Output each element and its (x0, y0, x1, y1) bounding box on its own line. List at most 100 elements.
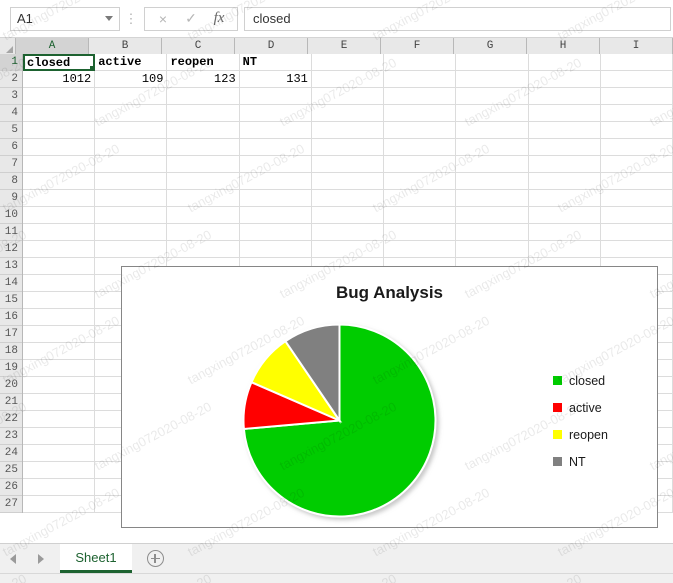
row-header-1[interactable]: 1 (0, 54, 22, 71)
cell-C9[interactable] (167, 190, 240, 207)
cell-I8[interactable] (600, 173, 673, 190)
cell-F11[interactable] (384, 224, 457, 241)
cell-B7[interactable] (95, 156, 168, 173)
cell-H1[interactable] (528, 54, 601, 71)
column-header-e[interactable]: E (308, 38, 381, 54)
cell-B11[interactable] (95, 224, 168, 241)
cell-A21[interactable] (23, 394, 96, 411)
triangle-left-icon[interactable] (10, 553, 16, 564)
column-header-f[interactable]: F (381, 38, 454, 54)
cell-E10[interactable] (311, 207, 385, 224)
cell-A3[interactable] (23, 88, 96, 105)
legend-item-NT[interactable]: NT (553, 448, 645, 475)
cell-A1[interactable]: closed (23, 54, 96, 71)
row-header-19[interactable]: 19 (0, 360, 22, 377)
cell-G2[interactable] (456, 71, 529, 88)
cell-C2[interactable]: 123 (167, 71, 240, 88)
cell-D3[interactable] (239, 88, 312, 105)
cell-A17[interactable] (23, 326, 96, 343)
cell-D9[interactable] (239, 190, 312, 207)
column-header-d[interactable]: D (235, 38, 308, 54)
cell-A4[interactable] (23, 105, 96, 122)
cell-I10[interactable] (600, 207, 673, 224)
cell-C11[interactable] (167, 224, 240, 241)
cell-F1[interactable] (384, 54, 457, 71)
column-header-b[interactable]: B (89, 38, 162, 54)
cell-C7[interactable] (167, 156, 240, 173)
chevron-down-icon[interactable] (105, 16, 113, 21)
cell-G7[interactable] (456, 156, 529, 173)
cell-F6[interactable] (384, 139, 457, 156)
cell-E9[interactable] (311, 190, 385, 207)
cell-H3[interactable] (528, 88, 601, 105)
cell-F9[interactable] (384, 190, 457, 207)
cell-H9[interactable] (528, 190, 601, 207)
cell-A11[interactable] (23, 224, 96, 241)
column-header-a[interactable]: A (16, 38, 89, 54)
cell-C8[interactable] (167, 173, 240, 190)
cell-C4[interactable] (167, 105, 240, 122)
pie-chart[interactable] (242, 323, 437, 518)
row-header-8[interactable]: 8 (0, 173, 22, 190)
cell-H6[interactable] (528, 139, 601, 156)
cell-C6[interactable] (167, 139, 240, 156)
cell-E1[interactable] (311, 54, 385, 71)
row-header-2[interactable]: 2 (0, 71, 22, 88)
cell-I1[interactable] (600, 54, 673, 71)
cell-I5[interactable] (600, 122, 673, 139)
cell-G8[interactable] (456, 173, 529, 190)
insert-function-icon[interactable]: fx (205, 8, 233, 30)
cell-A2[interactable]: 1012 (23, 71, 96, 88)
column-header-i[interactable]: I (600, 38, 673, 54)
cell-E12[interactable] (311, 241, 385, 258)
row-header-5[interactable]: 5 (0, 122, 22, 139)
row-header-14[interactable]: 14 (0, 275, 22, 292)
cell-G10[interactable] (456, 207, 529, 224)
confirm-edit-button[interactable]: ✓ (177, 8, 205, 30)
cell-A9[interactable] (23, 190, 96, 207)
cell-I7[interactable] (600, 156, 673, 173)
cell-D10[interactable] (239, 207, 312, 224)
cell-A20[interactable] (23, 377, 96, 394)
cell-H11[interactable] (528, 224, 601, 241)
cell-A15[interactable] (23, 292, 96, 309)
cell-E7[interactable] (311, 156, 385, 173)
cell-F3[interactable] (384, 88, 457, 105)
cell-D5[interactable] (239, 122, 312, 139)
cell-D8[interactable] (239, 173, 312, 190)
cell-A8[interactable] (23, 173, 96, 190)
row-header-22[interactable]: 22 (0, 411, 22, 428)
column-header-h[interactable]: H (527, 38, 600, 54)
cell-G5[interactable] (456, 122, 529, 139)
legend-item-reopen[interactable]: reopen (553, 421, 645, 448)
cell-I12[interactable] (600, 241, 673, 258)
cell-H4[interactable] (528, 105, 601, 122)
cell-B3[interactable] (95, 88, 168, 105)
name-box[interactable]: A1 (10, 6, 120, 31)
cell-D6[interactable] (239, 139, 312, 156)
cell-A23[interactable] (23, 428, 96, 445)
cell-F2[interactable] (384, 71, 457, 88)
cell-E2[interactable] (311, 71, 385, 88)
cell-I11[interactable] (600, 224, 673, 241)
row-header-25[interactable]: 25 (0, 462, 22, 479)
row-header-26[interactable]: 26 (0, 479, 22, 496)
legend-item-closed[interactable]: closed (553, 367, 645, 394)
cell-F10[interactable] (384, 207, 457, 224)
row-header-4[interactable]: 4 (0, 105, 22, 122)
cell-E11[interactable] (311, 224, 385, 241)
cell-G6[interactable] (456, 139, 529, 156)
cell-F5[interactable] (384, 122, 457, 139)
cell-B5[interactable] (95, 122, 168, 139)
cell-C1[interactable]: reopen (167, 54, 240, 71)
cell-A22[interactable] (23, 411, 96, 428)
column-header-c[interactable]: C (162, 38, 235, 54)
cancel-edit-button[interactable]: × (149, 8, 177, 30)
cell-F12[interactable] (384, 241, 457, 258)
row-header-3[interactable]: 3 (0, 88, 22, 105)
row-header-12[interactable]: 12 (0, 241, 22, 258)
cell-C10[interactable] (167, 207, 240, 224)
row-header-17[interactable]: 17 (0, 326, 22, 343)
cell-D7[interactable] (239, 156, 312, 173)
chart-object[interactable]: Bug Analysis closed active reopen NT (121, 266, 658, 528)
